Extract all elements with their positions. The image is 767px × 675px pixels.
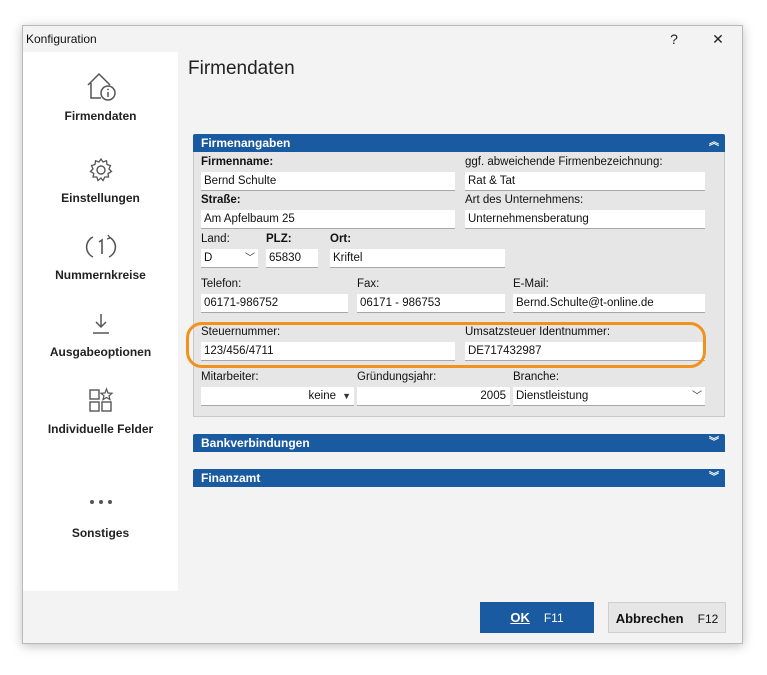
cancel-label: Abbrechen [615,611,684,626]
panel-header-finanzamt[interactable]: Finanzamt ︾ [193,469,725,487]
firmenname-label: Firmenname: [201,156,274,168]
ok-shortcut: F11 [543,611,564,625]
sidebar-item-ausgabeoptionen[interactable]: Ausgabeoptionen [23,309,178,379]
page-title: Firmendaten [188,58,295,79]
grid-star-icon [88,387,114,412]
mitarbeiter-select[interactable]: keine ▼ [201,387,354,406]
abweichend-label: ggf. abweichende Firmenbezeichnung: [465,156,663,168]
fax-label: Fax: [357,278,380,290]
telefon-label: Telefon: [201,278,242,290]
telefon-field[interactable]: 06171-986752 [201,294,348,313]
sidebar-item-einstellungen[interactable]: Einstellungen [23,155,178,225]
house-info-icon [86,72,116,101]
sidebar-item-label: Einstellungen [61,191,140,205]
ok-label: OK [510,610,530,625]
window-title: Konfiguration [26,32,97,46]
land-value: D [204,252,213,264]
sidebar: Firmendaten Einstellungen Nummernkreise [23,52,178,591]
strasse-label: Straße: [201,194,241,206]
sidebar-item-firmendaten[interactable]: Firmendaten [23,69,178,139]
panel-header-bankverbindungen[interactable]: Bankverbindungen ︾ [193,434,725,452]
tax-fields-highlight [186,322,706,368]
panel-header-firmenangaben[interactable]: Firmenangaben ︽ [193,134,725,152]
dialog-footer: OK F11 Abbrechen F12 [23,591,742,643]
sidebar-item-sonstiges[interactable]: Sonstiges [23,492,178,562]
cancel-shortcut: F12 [697,612,719,626]
email-label: E-Mail: [513,278,549,290]
ort-label: Ort: [330,233,352,245]
branche-label: Branche: [513,371,560,383]
expand-icon[interactable]: ︾ [709,469,719,487]
art-field[interactable]: Unternehmensberatung [465,210,705,229]
main-content: Firmendaten Firmenangaben ︽ Firmenname: … [178,52,742,591]
more-dots-icon [89,500,112,504]
expand-icon[interactable]: ︾ [709,434,719,452]
sidebar-item-label: Nummernkreise [55,268,146,282]
sidebar-item-label: Individuelle Felder [47,422,154,436]
gruendungsjahr-label: Gründungsjahr: [357,371,437,383]
close-button[interactable]: ✕ [701,27,735,51]
collapse-icon[interactable]: ︽ [709,134,719,152]
email-field[interactable]: Bernd.Schulte@t-online.de [513,294,705,313]
download-icon [92,314,109,334]
ok-button[interactable]: OK F11 [480,602,594,633]
sidebar-item-label: Ausgabeoptionen [49,345,152,359]
chevron-down-icon: ﹀ [692,391,702,402]
help-button[interactable]: ? [657,27,691,51]
panel-title: Finanzamt [201,471,261,485]
land-select[interactable]: D ﹀ [201,249,258,268]
branche-value: Dienstleistung [516,390,589,402]
plz-field[interactable]: 65830 [266,249,318,268]
mitarbeiter-value: keine [308,390,337,402]
gruendungsjahr-field[interactable]: 2005 [357,387,510,406]
gear-icon [88,157,113,182]
art-label: Art des Unternehmens: [465,194,584,206]
panel-title: Firmenangaben [201,136,291,150]
firmenname-field[interactable]: Bernd Schulte [201,172,455,191]
fax-field[interactable]: 06171 - 986753 [357,294,505,313]
branche-select[interactable]: Dienstleistung ﹀ [513,387,705,406]
caret-down-icon: ▼ [342,391,351,401]
chevron-down-icon: ﹀ [245,253,255,264]
abweichend-field[interactable]: Rat & Tat [465,172,705,191]
counter-icon [85,234,116,258]
panel-body-firmenangaben: Firmenname: Bernd Schulte ggf. abweichen… [193,152,725,417]
ort-field[interactable]: Kriftel [330,249,505,268]
panel-title: Bankverbindungen [201,436,310,450]
config-dialog: Konfiguration ? ✕ Firmendaten Einstellun… [22,25,743,644]
cancel-button[interactable]: Abbrechen F12 [608,602,726,633]
sidebar-item-label: Sonstiges [71,526,130,540]
sidebar-item-label: Firmendaten [64,109,137,123]
sidebar-item-individuelle-felder[interactable]: Individuelle Felder [23,386,178,456]
sidebar-item-nummernkreise[interactable]: Nummernkreise [23,232,178,302]
strasse-field[interactable]: Am Apfelbaum 25 [201,210,455,229]
mitarbeiter-label: Mitarbeiter: [201,371,259,383]
title-bar: Konfiguration ? ✕ [23,26,742,52]
plz-label: PLZ: [266,233,292,245]
land-label: Land: [201,233,230,245]
